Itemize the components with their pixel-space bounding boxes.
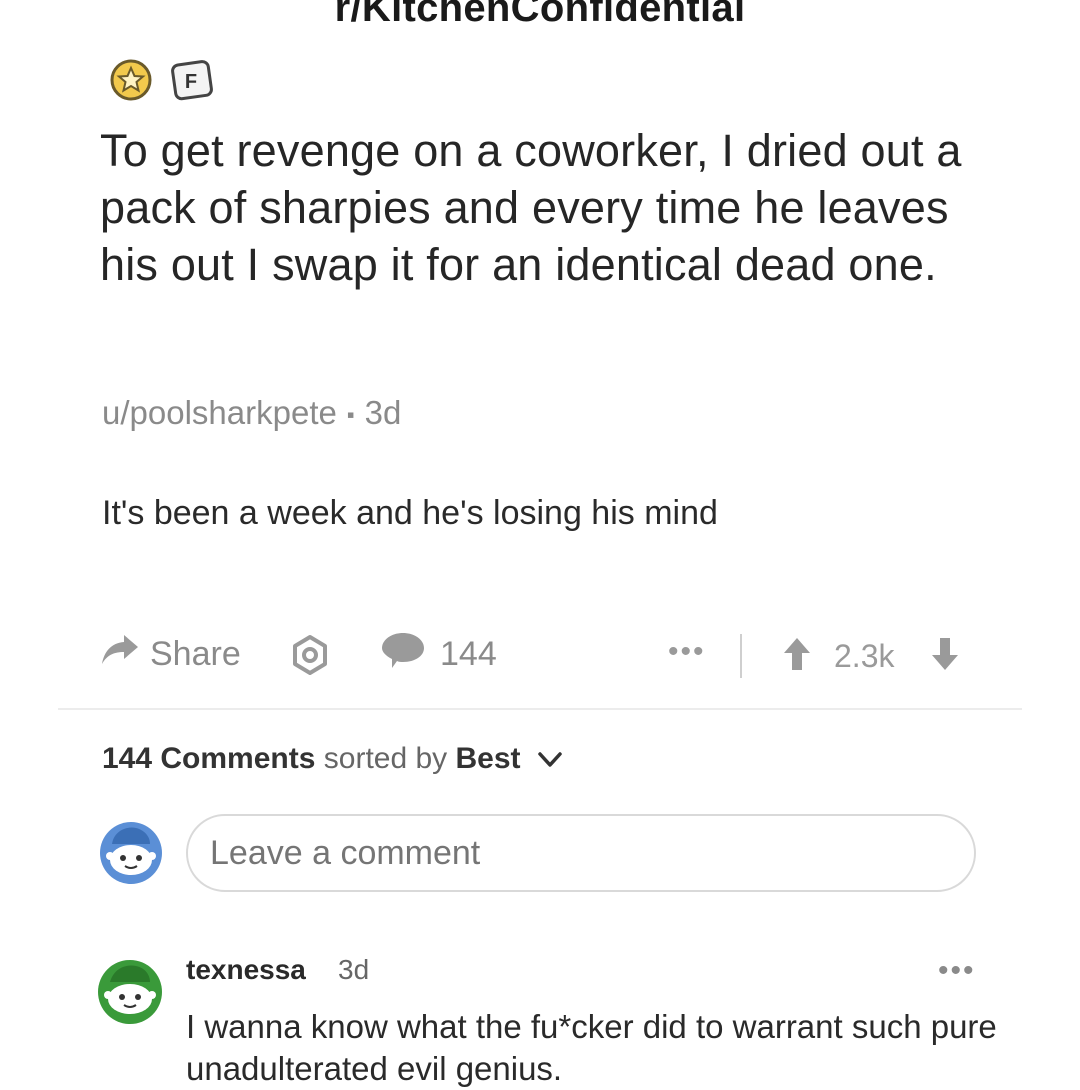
comment-input[interactable] <box>186 814 976 892</box>
post-meta: u/poolsharkpete ▪ 3d <box>102 394 401 432</box>
post-body: It's been a week and he's losing his min… <box>102 494 718 532</box>
comment-text: I wanna know what the fu*cker did to war… <box>186 1008 997 1087</box>
downvote-button[interactable] <box>930 636 960 672</box>
comment-bubble-icon <box>380 630 426 679</box>
comment-sort-bar: 144 Comments sorted by Best <box>102 742 563 777</box>
share-label: Share <box>150 634 241 673</box>
share-button[interactable]: Share <box>100 632 241 676</box>
post-action-bar: Share 144 ••• 2.3k <box>0 624 1080 684</box>
comment-username[interactable]: texnessa <box>186 954 306 986</box>
vote-score: 2.3k <box>834 638 895 674</box>
award-outline-icon <box>287 635 333 682</box>
sort-selected[interactable]: Best <box>456 742 521 775</box>
action-divider <box>740 634 742 678</box>
save-button[interactable] <box>287 632 333 678</box>
post-age: 3d <box>364 394 402 431</box>
sorted-by-label: sorted by <box>323 742 448 775</box>
avatar[interactable] <box>98 820 164 886</box>
comments-count-label: 144 Comments <box>102 742 316 775</box>
award-badge-icon <box>108 57 154 103</box>
post-author[interactable]: u/poolsharkpete <box>102 394 337 431</box>
downvote-arrow-icon <box>930 638 960 676</box>
comment-avatar[interactable] <box>96 958 164 1026</box>
share-icon <box>100 633 140 676</box>
comment-age: 3d <box>338 954 370 985</box>
comment-count: 144 <box>440 635 497 673</box>
meta-separator: ▪ <box>346 402 355 428</box>
svg-text:F: F <box>185 71 197 93</box>
chevron-down-icon[interactable] <box>537 743 563 777</box>
more-options-button[interactable]: ••• <box>668 637 706 667</box>
post-title[interactable]: To get revenge on a coworker, I dried ou… <box>100 122 1000 293</box>
upvote-arrow-icon <box>782 638 812 676</box>
comments-button[interactable]: 144 <box>380 630 497 679</box>
comment-more-button[interactable]: ••• <box>938 954 976 988</box>
upvote-button[interactable] <box>782 636 812 672</box>
section-divider <box>58 708 1022 710</box>
subreddit-title[interactable]: r/KitchenConfidential <box>0 0 1080 31</box>
flair-badge-icon: F <box>170 57 216 103</box>
